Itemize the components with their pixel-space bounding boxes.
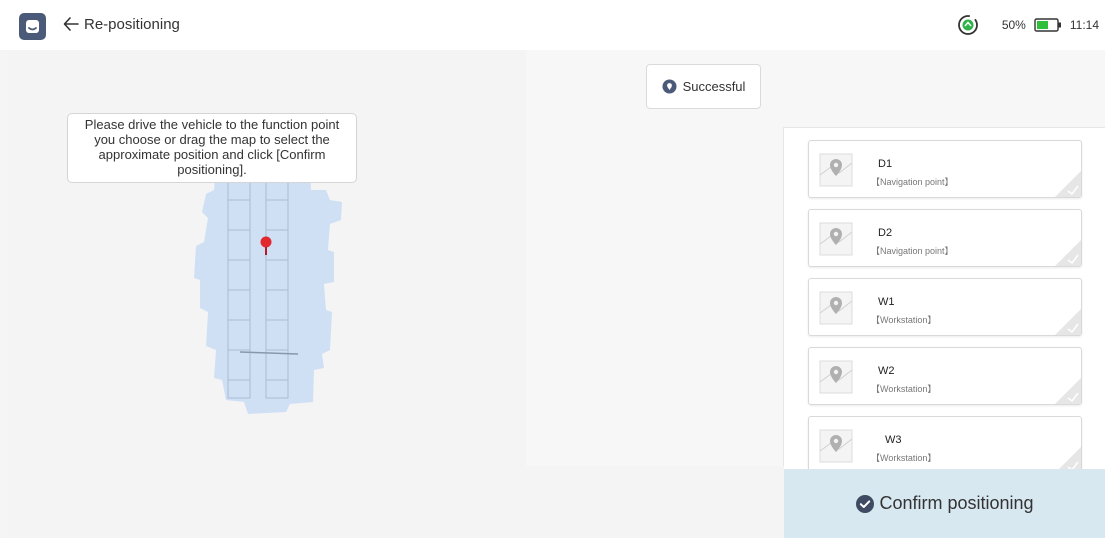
point-list[interactable]: D1 【Navigation point】 D2 【Navigation poi… (783, 127, 1105, 470)
page-title: Re-positioning (84, 15, 180, 33)
status-area: 50% 11:14 (956, 13, 1099, 37)
battery-icon (1034, 18, 1061, 32)
confirm-label: Confirm positioning (879, 493, 1034, 513)
map-pin-thumbnail-icon (819, 222, 853, 256)
check-circle-icon (856, 494, 875, 513)
corner-check-icon (1055, 171, 1081, 197)
corner-check-icon (1055, 240, 1081, 266)
map-view[interactable]: Please drive the vehicle to the function… (8, 50, 526, 466)
map-pin-thumbnail-icon (819, 429, 853, 463)
home-button[interactable] (19, 13, 46, 40)
back-arrow-icon (63, 17, 79, 31)
point-type: 【Navigation point】 (871, 177, 954, 187)
point-name: W1 (878, 296, 895, 308)
location-marker-icon (260, 236, 272, 255)
point-name: W2 (878, 365, 895, 377)
location-pin-icon (662, 79, 677, 94)
point-item-w1[interactable]: W1 【Workstation】 (808, 278, 1082, 336)
confirm-positioning-button[interactable]: Confirm positioning (784, 469, 1105, 538)
point-item-d1[interactable]: D1 【Navigation point】 (808, 140, 1082, 198)
top-bar: Re-positioning 50% 11:14 (0, 0, 1105, 50)
point-item-w3[interactable]: W3 【Workstation】 (808, 416, 1082, 470)
clock: 11:14 (1069, 18, 1099, 32)
home-icon (26, 20, 39, 33)
map-pin-thumbnail-icon (819, 153, 853, 187)
bottom-bar (8, 466, 784, 538)
status-badge: Successful (646, 64, 761, 109)
corner-check-icon (1055, 309, 1081, 335)
instruction-tooltip: Please drive the vehicle to the function… (67, 113, 357, 183)
map-pin-thumbnail-icon (819, 291, 853, 325)
battery-percent: 50% (1001, 18, 1026, 32)
sync-status-icon (957, 15, 978, 35)
point-name: D2 (878, 227, 893, 239)
point-type: 【Workstation】 (871, 453, 937, 463)
point-item-w2[interactable]: W2 【Workstation】 (808, 347, 1082, 405)
corner-check-icon (1055, 378, 1081, 404)
point-type: 【Navigation point】 (871, 246, 954, 256)
status-label: Successful (682, 79, 746, 94)
point-type: 【Workstation】 (871, 315, 937, 325)
point-item-d2[interactable]: D2 【Navigation point】 (808, 209, 1082, 267)
back-button[interactable]: Re-positioning (62, 15, 180, 33)
point-type: 【Workstation】 (871, 384, 937, 394)
point-name: D1 (878, 158, 893, 170)
corner-check-icon (1058, 447, 1081, 470)
point-name: W3 (885, 434, 902, 446)
map-pin-thumbnail-icon (819, 360, 853, 394)
